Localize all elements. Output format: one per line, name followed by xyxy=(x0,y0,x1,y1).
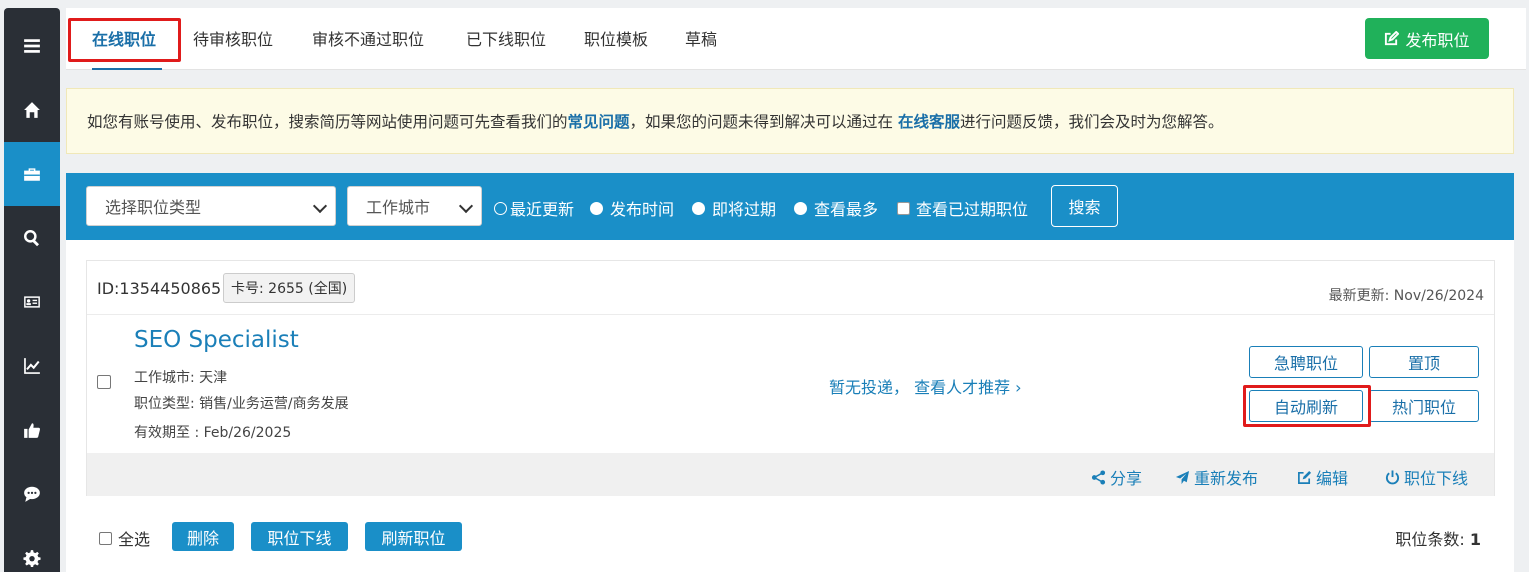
tab-offline-jobs[interactable]: 已下线职位 xyxy=(466,26,546,50)
checkbox-icon xyxy=(897,201,910,215)
sort-radio-expiring[interactable]: 即将过期 xyxy=(692,196,776,220)
bulk-refresh-button[interactable]: 刷新职位 xyxy=(365,522,462,551)
sidebar-menu-toggle[interactable] xyxy=(4,14,60,78)
bulk-actions-bar: 全选 删除 职位下线 刷新职位 职位条数: 1 xyxy=(66,512,1514,552)
notice-text-1: 如您有账号使用、发布职位，搜索简历等网站使用问题可先查看我们的 xyxy=(87,113,568,131)
job-count-label: 职位条数: xyxy=(1395,530,1465,549)
republish-label: 重新发布 xyxy=(1194,469,1259,488)
main-area: 在线职位 待审核职位 审核不通过职位 已下线职位 职位模板 草稿 发布职位 如您… xyxy=(66,0,1526,572)
sidebar-item-stats[interactable] xyxy=(4,334,60,398)
chevron-down-icon xyxy=(458,198,474,214)
job-card-header: ID:1354450865 卡号: 2655 (全国) 最新更新: Nov/26… xyxy=(87,261,1494,315)
sort-radio-most-viewed[interactable]: 查看最多 xyxy=(794,196,878,220)
sort-recent-label: 最近更新 xyxy=(510,200,575,219)
republish-link[interactable]: 重新发布 xyxy=(1175,465,1258,489)
job-city: 工作城市: 天津 xyxy=(134,370,228,386)
auto-refresh-button[interactable]: 自动刷新 xyxy=(1249,390,1363,422)
hot-job-button[interactable]: 热门职位 xyxy=(1369,390,1479,422)
city-select[interactable]: 工作城市 xyxy=(347,186,482,226)
radio-icon xyxy=(692,201,705,215)
home-icon xyxy=(24,102,40,118)
radio-icon xyxy=(794,201,807,215)
edit-label: 编辑 xyxy=(1316,469,1349,488)
sort-expiring-label: 即将过期 xyxy=(712,200,777,219)
select-all-checkbox[interactable]: 全选 xyxy=(99,526,150,550)
search-button[interactable]: 搜索 xyxy=(1051,185,1118,227)
gear-icon xyxy=(23,550,41,567)
job-list-panel: ID:1354450865 卡号: 2655 (全国) 最新更新: Nov/26… xyxy=(66,240,1514,572)
publish-job-button[interactable]: 发布职位 xyxy=(1365,18,1489,59)
search-icon xyxy=(24,230,40,247)
chevron-down-icon xyxy=(312,198,328,214)
sort-radio-published[interactable]: 发布时间 xyxy=(590,196,674,220)
share-link[interactable]: 分享 xyxy=(1091,465,1142,489)
tab-review-rejected[interactable]: 审核不通过职位 xyxy=(312,26,424,50)
sort-radio-recent[interactable]: 最近更新 xyxy=(494,196,574,220)
job-expiry: 有效期至 : Feb/26/2025 xyxy=(134,425,292,441)
active-tab-underline xyxy=(92,68,162,70)
job-type-select[interactable]: 选择职位类型 xyxy=(86,186,336,226)
comment-icon xyxy=(24,486,40,502)
urgent-job-button[interactable]: 急聘职位 xyxy=(1249,346,1363,378)
job-count-value: 1 xyxy=(1469,530,1481,549)
job-count: 职位条数: 1 xyxy=(1395,526,1481,550)
faq-link[interactable]: 常见问题 xyxy=(568,110,630,132)
job-offline-link[interactable]: 职位下线 xyxy=(1385,465,1468,489)
sidebar-item-resumes[interactable] xyxy=(4,270,60,334)
sidebar-item-settings[interactable] xyxy=(4,526,60,572)
thumbs-up-icon xyxy=(24,423,40,438)
help-notice: 如您有账号使用、发布职位，搜索简历等网站使用问题可先查看我们的 常见问题 ，如果… xyxy=(66,88,1514,154)
show-expired-label: 查看已过期职位 xyxy=(916,200,1029,219)
job-card: ID:1354450865 卡号: 2655 (全国) 最新更新: Nov/26… xyxy=(86,260,1495,496)
sidebar-item-jobs[interactable] xyxy=(4,142,60,206)
tab-pending-review[interactable]: 待审核职位 xyxy=(193,26,273,50)
job-row-checkbox[interactable] xyxy=(97,375,111,389)
job-card-footer: 分享 重新发布 编辑 职位下线 xyxy=(87,453,1494,496)
job-id: ID:1354450865 xyxy=(97,279,222,298)
filter-bar: 选择职位类型 工作城市 最近更新 发布时间 即将过期 查看最多 查看已过期职位 … xyxy=(66,173,1514,240)
card-number-badge: 卡号: 2655 (全国) xyxy=(223,273,356,303)
sidebar-item-favorites[interactable] xyxy=(4,398,60,462)
job-type-select-value: 选择职位类型 xyxy=(105,198,202,217)
id-card-icon xyxy=(24,296,40,308)
tab-job-templates[interactable]: 职位模板 xyxy=(584,26,648,50)
sort-published-label: 发布时间 xyxy=(610,200,675,219)
show-expired-checkbox[interactable]: 查看已过期职位 xyxy=(897,196,1028,220)
tab-drafts[interactable]: 草稿 xyxy=(685,26,717,50)
edit-icon xyxy=(1385,31,1400,46)
line-chart-icon xyxy=(24,358,40,374)
notice-text-3: 进行问题反馈，我们会及时为您解答。 xyxy=(959,113,1224,131)
sidebar-item-home[interactable] xyxy=(4,78,60,142)
edit-link[interactable]: 编辑 xyxy=(1297,465,1348,489)
share-label: 分享 xyxy=(1110,469,1143,488)
notice-text-2: ，如果您的问题未得到解决可以通过在 xyxy=(629,113,898,131)
share-icon xyxy=(1091,469,1106,485)
menu-icon xyxy=(24,39,40,53)
edit-icon xyxy=(1298,470,1312,484)
job-title-link[interactable]: SEO Specialist xyxy=(134,327,299,353)
bulk-delete-button[interactable]: 删除 xyxy=(172,522,234,551)
sort-most-viewed-label: 查看最多 xyxy=(814,200,879,219)
sidebar-item-messages[interactable] xyxy=(4,462,60,526)
radio-selected-icon xyxy=(494,201,507,215)
checkbox-icon xyxy=(99,531,112,545)
select-all-label: 全选 xyxy=(118,530,151,549)
job-category: 职位类型: 销售/业务运营/商务发展 xyxy=(134,396,349,412)
radio-icon xyxy=(590,201,603,215)
tab-online-jobs[interactable]: 在线职位 xyxy=(92,26,156,50)
bulk-offline-button[interactable]: 职位下线 xyxy=(251,522,348,551)
sidebar-item-search[interactable] xyxy=(4,206,60,270)
sidebar xyxy=(4,8,60,572)
paper-plane-icon xyxy=(1175,470,1190,484)
job-offline-label: 职位下线 xyxy=(1404,469,1469,488)
last-updated: 最新更新: Nov/26/2024 xyxy=(1328,288,1484,304)
tab-bar: 在线职位 待审核职位 审核不通过职位 已下线职位 职位模板 草稿 发布职位 xyxy=(66,8,1526,70)
pin-top-button[interactable]: 置顶 xyxy=(1369,346,1479,378)
city-select-value: 工作城市 xyxy=(366,198,431,217)
power-icon xyxy=(1385,469,1400,484)
online-support-link[interactable]: 在线客服 xyxy=(898,110,960,132)
talent-recommend-link[interactable]: 暂无投递， 查看人才推荐 › xyxy=(829,374,1022,398)
briefcase-icon xyxy=(24,168,40,181)
publish-job-label: 发布职位 xyxy=(1405,30,1470,50)
